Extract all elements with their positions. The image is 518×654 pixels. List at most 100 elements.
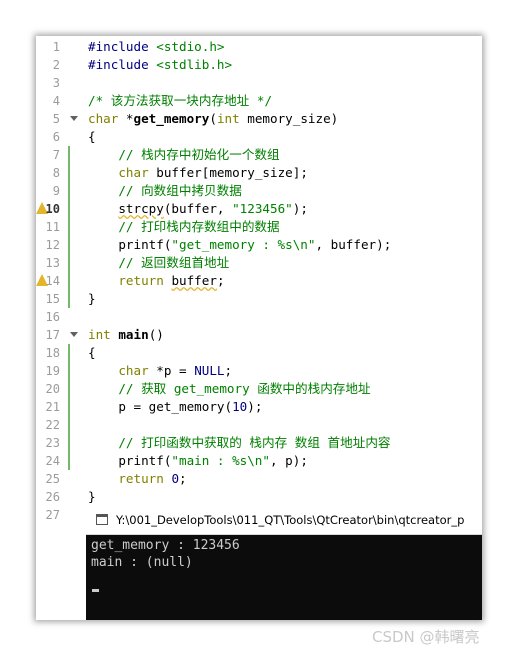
line-number: 24 bbox=[45, 454, 60, 468]
code-line-25: 25 return 0; bbox=[36, 470, 482, 488]
code-text[interactable]: char buffer[memory_size]; bbox=[88, 164, 308, 182]
code-text[interactable]: strcpy(buffer, "123456"); bbox=[88, 200, 308, 218]
line-number: 11 bbox=[45, 220, 60, 234]
code-line-1: 1 #include <stdio.h> bbox=[36, 38, 482, 56]
code-line-18: 18 { bbox=[36, 344, 482, 362]
line-number: 16 bbox=[45, 310, 60, 324]
line-number: 25 bbox=[45, 472, 60, 486]
console-titlebar[interactable]: Y:\001_DevelopTools\011_QT\Tools\QtCreat… bbox=[86, 506, 482, 535]
line-number: 13 bbox=[45, 256, 60, 270]
line-number: 3 bbox=[52, 76, 60, 90]
code-token: ( bbox=[209, 111, 217, 126]
line-number: 21 bbox=[45, 400, 60, 414]
keyword: char bbox=[88, 111, 119, 126]
code-text[interactable]: #include <stdio.h> bbox=[88, 38, 225, 56]
line-number: 2 bbox=[52, 58, 60, 72]
line-number: 4 bbox=[52, 94, 60, 108]
code-text[interactable]: return buffer; bbox=[88, 272, 225, 290]
include-path: <stdio.h> bbox=[148, 39, 225, 54]
code-token: p = get_memory( bbox=[88, 399, 233, 414]
string-literal: "get_memory : %s\n" bbox=[171, 237, 316, 252]
line-number: 7 bbox=[52, 148, 60, 162]
code-comment[interactable]: // 打印栈内存数组中的数据 bbox=[88, 218, 279, 236]
code-token: ; bbox=[216, 273, 225, 288]
line-number: 9 bbox=[52, 184, 60, 198]
code-line-6: 6 { bbox=[36, 128, 482, 146]
line-number: 1 bbox=[52, 40, 60, 54]
line-number: 23 bbox=[45, 436, 60, 450]
code-line-10: 10 strcpy(buffer, "123456"); bbox=[36, 200, 482, 218]
code-text[interactable]: int main() bbox=[88, 326, 164, 344]
code-token: ; bbox=[179, 471, 187, 486]
code-comment[interactable]: /* 该方法获取一块内存地址 */ bbox=[88, 92, 272, 110]
function-call: strcpy bbox=[118, 201, 164, 216]
keyword: int bbox=[88, 327, 111, 342]
change-marker bbox=[68, 200, 70, 218]
code-line-5: 5 char *get_memory(int memory_size) bbox=[36, 110, 482, 128]
code-line-21: 21 p = get_memory(10); bbox=[36, 398, 482, 416]
code-text[interactable]: printf("get_memory : %s\n", buffer); bbox=[88, 236, 391, 254]
function-name: get_memory bbox=[133, 111, 210, 126]
code-text[interactable]: p = get_memory(10); bbox=[88, 398, 262, 416]
code-text[interactable]: #include <stdlib.h> bbox=[88, 56, 232, 74]
text-cursor bbox=[92, 589, 99, 592]
code-text[interactable]: } bbox=[88, 488, 96, 506]
code-text[interactable]: char *p = NULL; bbox=[88, 362, 232, 380]
code-token: memory_size) bbox=[239, 111, 339, 126]
fold-arrow-icon[interactable] bbox=[70, 116, 78, 121]
change-marker bbox=[68, 218, 70, 236]
code-text[interactable]: } bbox=[88, 290, 96, 308]
change-marker bbox=[68, 290, 70, 308]
change-marker bbox=[68, 164, 70, 182]
null-macro: NULL bbox=[194, 363, 225, 378]
keyword: return bbox=[118, 471, 164, 486]
code-line-17: 17 int main() bbox=[36, 326, 482, 344]
code-text[interactable]: { bbox=[88, 344, 96, 362]
code-token: ); bbox=[247, 399, 263, 414]
change-marker bbox=[68, 272, 70, 290]
preprocessor-directive: #include bbox=[88, 57, 149, 72]
code-comment[interactable]: // 打印函数中获取的 栈内存 数组 首地址内容 bbox=[88, 434, 390, 452]
line-number: 5 bbox=[52, 112, 60, 126]
code-comment[interactable]: // 返回数组首地址 bbox=[88, 254, 229, 272]
code-line-2: 2 #include <stdlib.h> bbox=[36, 56, 482, 74]
code-line-27: 27 bbox=[36, 506, 86, 524]
code-line-22: 22 bbox=[36, 416, 482, 434]
code-comment[interactable]: // 获取 get_memory 函数中的栈内存地址 bbox=[88, 380, 370, 398]
warned-identifier: buffer bbox=[171, 273, 217, 288]
code-line-24: 24 printf("main : %s\n", p); bbox=[36, 452, 482, 470]
console-window-icon bbox=[96, 514, 108, 525]
code-token: printf( bbox=[88, 453, 172, 468]
code-line-20: 20 // 获取 get_memory 函数中的栈内存地址 bbox=[36, 380, 482, 398]
line-number: 6 bbox=[52, 130, 60, 144]
code-line-12: 12 printf("get_memory : %s\n", buffer); bbox=[36, 236, 482, 254]
line-number: 26 bbox=[45, 490, 60, 504]
code-text[interactable]: { bbox=[88, 128, 96, 146]
code-comment[interactable]: // 栈内存中初始化一个数组 bbox=[88, 146, 279, 164]
change-marker bbox=[68, 398, 70, 416]
line-number: 15 bbox=[45, 292, 60, 306]
line-number: 18 bbox=[45, 346, 60, 360]
code-comment[interactable]: // 向数组中拷贝数据 bbox=[88, 182, 242, 200]
preprocessor-directive: #include bbox=[88, 39, 149, 54]
string-literal: "main : %s\n" bbox=[171, 453, 270, 468]
code-editor[interactable]: 1 #include <stdio.h> 2 #include <stdlib.… bbox=[36, 36, 482, 506]
code-text[interactable]: printf("main : %s\n", p); bbox=[88, 452, 308, 470]
keyword: char bbox=[118, 165, 149, 180]
console-window[interactable]: Y:\001_DevelopTools\011_QT\Tools\QtCreat… bbox=[86, 506, 482, 620]
include-path: <stdlib.h> bbox=[148, 57, 233, 72]
fold-arrow-icon[interactable] bbox=[70, 332, 78, 337]
keyword: int bbox=[216, 111, 240, 126]
code-line-26: 26 } bbox=[36, 488, 482, 506]
code-text[interactable]: char *get_memory(int memory_size) bbox=[88, 110, 338, 128]
code-token: () bbox=[148, 327, 164, 342]
code-text[interactable]: return 0; bbox=[88, 470, 187, 488]
code-line-7: 7 // 栈内存中初始化一个数组 bbox=[36, 146, 482, 164]
change-marker bbox=[68, 452, 70, 470]
number-literal: 10 bbox=[232, 399, 248, 414]
